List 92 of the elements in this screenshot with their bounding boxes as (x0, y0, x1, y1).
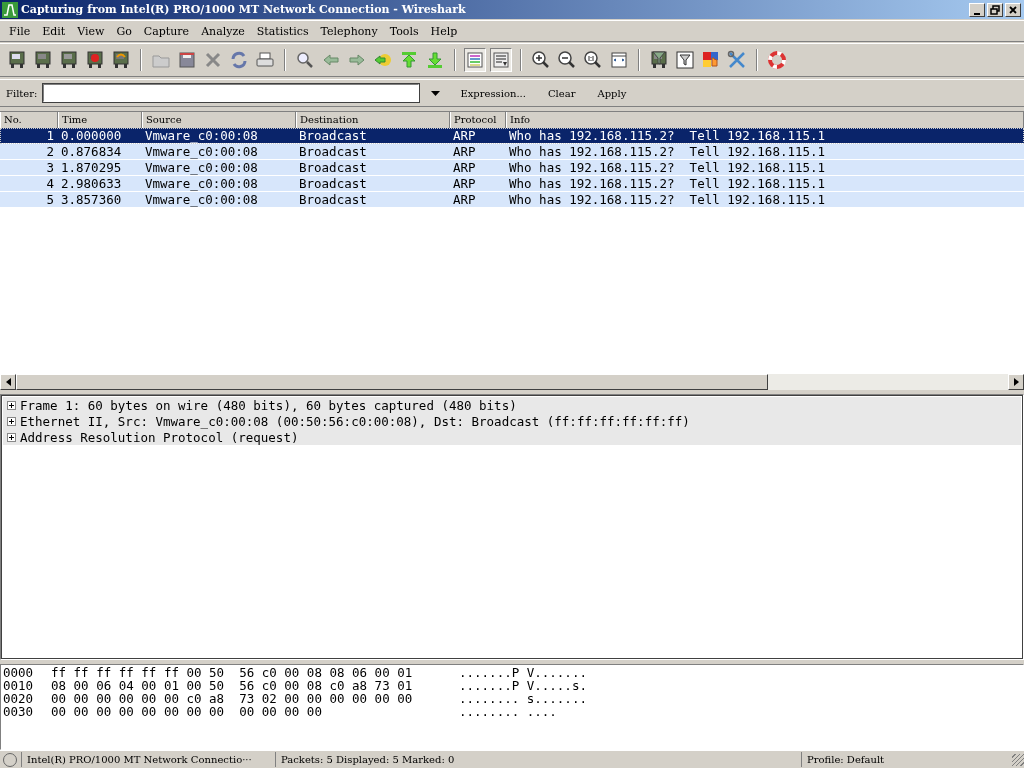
packet-count-status: Packets: 5 Displayed: 5 Marked: 0 (275, 752, 801, 767)
scroll-list-toggle[interactable] (490, 48, 512, 72)
tree-item[interactable]: Frame 1: 60 bytes on wire (480 bits), 60 bytes captured (480 bits) (3, 397, 1021, 413)
close-icon (1009, 5, 1017, 14)
window-title: Capturing from Intel(R) PRO/1000 MT Network Connection - Wireshark (21, 3, 467, 16)
table-cell-text: ARP (452, 144, 477, 159)
menu-item[interactable]: View (71, 24, 111, 38)
scroll-right-icon[interactable] (1008, 374, 1024, 390)
table-cell-text: Broadcast (298, 128, 368, 143)
close-button[interactable] (1005, 2, 1021, 17)
table-cell-text: 2.980633 (60, 176, 123, 191)
tree-item-label: Ethernet II, Src: Vmware_c0:00:08 (00:50:56:c0:00:08), Dst: Broadcast (ff:ff:ff:ff:ff:ff) (20, 413, 690, 429)
table-cell-text: Broadcast (298, 160, 368, 175)
table-cell-text: 2 (45, 144, 55, 159)
table-cell-text: 1.870295 (60, 160, 123, 175)
table-cell-text: Broadcast (298, 192, 368, 207)
menu-item[interactable]: Help (424, 24, 464, 38)
menu-item[interactable]: File (3, 24, 37, 38)
restore-icon (990, 4, 1000, 15)
expand-icon[interactable] (7, 400, 16, 410)
packet-row[interactable]: 5 3.857360 Vmware_c0:00:08 Broadcast ARP Who has 192.168.115.2? Tell 192.168.115.1 (0, 192, 1024, 208)
hex-bytes: ff ff ff ff ff ff 00 50 56 c0 00 08 08 06 00 01 (51, 666, 414, 679)
interface-status: Intel(R) PRO/1000 MT Network Connectio··· (21, 752, 275, 767)
dropdown-caret-icon[interactable] (431, 90, 441, 96)
tree-item-label: Address Resolution Protocol (request) (20, 429, 299, 445)
packet-row[interactable]: 3 1.870295 Vmware_c0:00:08 Broadcast ARP Who has 192.168.115.2? Tell 192.168.115.1 (0, 160, 1024, 176)
table-cell-text: 3.857360 (60, 192, 123, 207)
packet-row[interactable]: 4 2.980633 Vmware_c0:00:08 Broadcast ARP Who has 192.168.115.2? Tell 192.168.115.1 (0, 176, 1024, 192)
filter-label: Filter: (6, 87, 38, 99)
expand-icon[interactable] (7, 432, 16, 442)
table-cell-text: Broadcast (298, 176, 368, 191)
table-cell-text: Vmware_c0:00:08 (144, 160, 259, 175)
table-cell-text: ARP (452, 192, 477, 207)
menu-item[interactable]: Edit (36, 24, 72, 38)
restore-button[interactable] (987, 2, 1003, 17)
table-cell-text: 5 (45, 192, 55, 207)
scroll-left-icon[interactable] (0, 374, 16, 390)
packet-row[interactable]: 2 0.876834 Vmware_c0:00:08 Broadcast ARP Who has 192.168.115.2? Tell 192.168.115.1 (0, 144, 1024, 160)
ascii-bytes: ........ .... (459, 705, 557, 718)
lifebuoy-icon[interactable] (766, 48, 788, 72)
table-cell-text: Who has 192.168.115.2? Tell 192.168.115.1 (508, 192, 827, 207)
table-cell-text: 0.000000 (60, 128, 123, 143)
menu-item[interactable]: Statistics (250, 24, 315, 38)
horizontal-scrollbar[interactable] (0, 374, 1024, 390)
ascii-bytes: .......P V....... (459, 666, 587, 679)
scrollbar-thumb[interactable] (16, 374, 768, 390)
table-cell-text: Vmware_c0:00:08 (144, 192, 259, 207)
table-cell-text: ARP (452, 176, 477, 191)
hex-offset: 0010 (3, 679, 35, 692)
hex-bytes: 00 00 00 00 00 00 c0 a8 73 02 00 00 00 00 00 00 (51, 692, 414, 705)
table-cell-text: Who has 192.168.115.2? Tell 192.168.115.1 (508, 160, 827, 175)
menu-item[interactable]: Analyze (195, 24, 251, 38)
table-cell-text: Vmware_c0:00:08 (144, 144, 259, 159)
tree-item[interactable]: Ethernet II, Src: Vmware_c0:00:08 (00:50:56:c0:00:08), Dst: Broadcast (ff:ff:ff:ff:ff:ff) (3, 413, 1021, 429)
filter-button[interactable]: Apply (589, 85, 635, 101)
hex-bytes: 00 00 00 00 00 00 00 00 00 00 00 00 (51, 705, 323, 718)
table-cell-text: 1 (45, 128, 55, 143)
table-cell-text: 4 (45, 176, 55, 191)
expand-icon[interactable] (7, 416, 16, 426)
menu-item[interactable]: Capture (137, 24, 196, 38)
table-cell-text: Vmware_c0:00:08 (144, 176, 259, 191)
table-cell-text: 0.876834 (60, 144, 123, 159)
table-cell-text: 3 (45, 160, 55, 175)
waveform-icon (2, 1, 18, 18)
tree-item-label: Frame 1: 60 bytes on wire (480 bits), 60 bytes captured (480 bits) (20, 397, 517, 413)
menu-item[interactable]: Telephony (314, 24, 384, 38)
minimize-button[interactable] (969, 2, 985, 17)
funnel-window-icon[interactable] (674, 48, 696, 72)
filter-button[interactable]: Expression... (452, 85, 534, 101)
ascii-bytes: .......P V.....s. (459, 679, 587, 692)
hex-offset: 0030 (3, 705, 35, 718)
hex-offset: 0000 (3, 666, 35, 679)
tree-item[interactable]: Address Resolution Protocol (request) (3, 429, 1021, 445)
filter-button[interactable]: Clear (539, 85, 584, 101)
status-circle-icon (3, 752, 17, 767)
hex-offset: 0020 (3, 692, 35, 705)
hex-bytes: 08 00 06 04 00 01 00 50 56 c0 00 08 c0 a8 73 01 (51, 679, 414, 692)
menu-item[interactable]: Go (110, 24, 138, 38)
resize-grip-icon[interactable] (1012, 753, 1024, 766)
table-cell-text: ARP (452, 160, 477, 175)
table-cell-text: ARP (452, 128, 477, 143)
menu-item[interactable]: Tools (383, 24, 425, 38)
minimize-icon (973, 12, 981, 15)
colored-lines-toggle[interactable] (464, 48, 486, 72)
table-cell-text: Broadcast (298, 144, 368, 159)
ascii-bytes: ........ s....... (459, 692, 587, 705)
table-cell-text: Who has 192.168.115.2? Tell 192.168.115.1 (508, 128, 827, 143)
table-cell-text: Vmware_c0:00:08 (144, 128, 259, 143)
table-cell-text: Who has 192.168.115.2? Tell 192.168.115.1 (508, 176, 827, 191)
packet-row[interactable]: 1 0.000000 Vmware_c0:00:08 Broadcast ARP Who has 192.168.115.2? Tell 192.168.115.1 (0, 128, 1024, 144)
filter-field[interactable] (43, 84, 420, 102)
table-cell-text: Who has 192.168.115.2? Tell 192.168.115.1 (508, 144, 827, 159)
